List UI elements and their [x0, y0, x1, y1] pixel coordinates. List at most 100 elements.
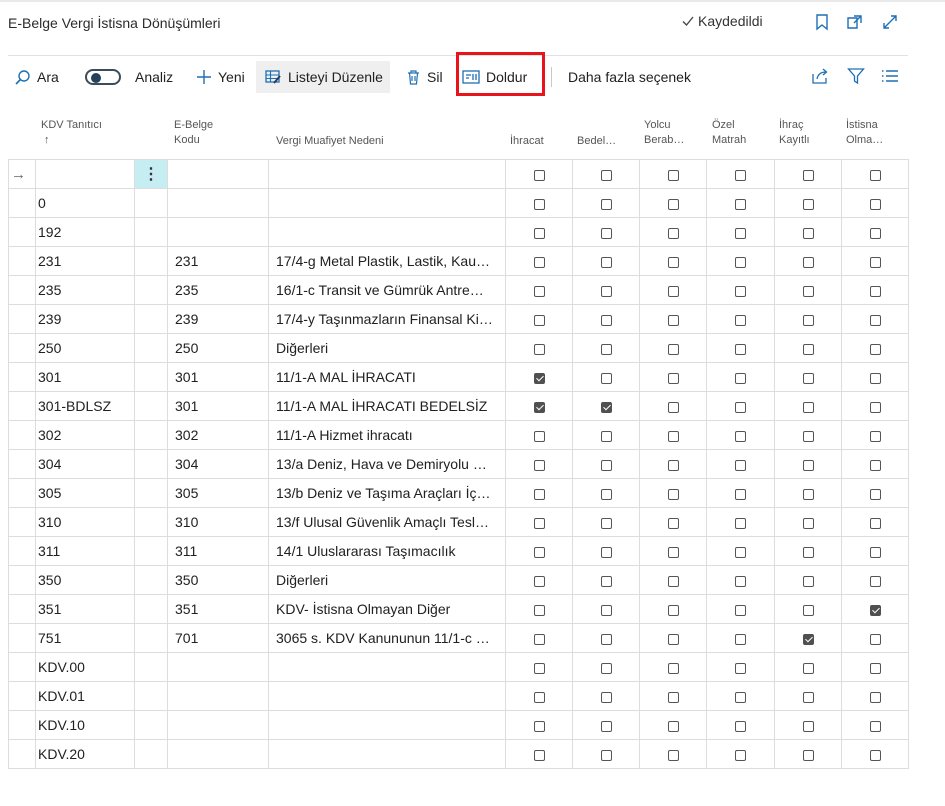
- filter-icon[interactable]: [847, 67, 865, 85]
- reason-cell[interactable]: [268, 652, 506, 682]
- checkbox[interactable]: [600, 662, 612, 674]
- checkbox[interactable]: [667, 575, 679, 587]
- checkbox[interactable]: [600, 691, 612, 703]
- ebelge-code-cell[interactable]: 239: [167, 304, 269, 334]
- table-row[interactable]: 311 311 14/1 Uluslararası Taşımacılık: [8, 536, 909, 566]
- reason-cell[interactable]: 11/1-A Hizmet ihracatı: [268, 420, 506, 450]
- checkbox[interactable]: [735, 401, 746, 413]
- table-row[interactable]: KDV.20: [8, 739, 909, 769]
- checkbox[interactable]: [533, 517, 545, 529]
- row-menu-icon[interactable]: ⋮: [134, 159, 168, 189]
- reason-cell[interactable]: [268, 188, 506, 218]
- bookmark-icon[interactable]: [812, 12, 832, 32]
- row-menu-cell[interactable]: [134, 652, 168, 682]
- table-row[interactable]: 301 301 11/1-A MAL İHRACATI: [8, 362, 909, 392]
- table-row[interactable]: 301-BDLSZ 301 11/1-A MAL İHRACATI BEDELSİZ: [8, 391, 909, 421]
- checkbox[interactable]: [533, 749, 545, 761]
- ebelge-code-cell[interactable]: 305: [167, 478, 269, 508]
- reason-cell[interactable]: [268, 710, 506, 740]
- col-header-ihracat[interactable]: İhracat: [510, 134, 544, 149]
- reason-cell[interactable]: 11/1-A MAL İHRACATI: [268, 362, 506, 392]
- checkbox[interactable]: [533, 198, 545, 210]
- row-menu-cell[interactable]: [134, 739, 168, 769]
- checkbox[interactable]: [533, 546, 545, 558]
- checkbox[interactable]: [533, 691, 545, 703]
- col-header-ebelge-code[interactable]: E-Belge Kodu: [174, 118, 213, 148]
- checkbox[interactable]: [869, 227, 881, 239]
- checkbox[interactable]: [600, 720, 612, 732]
- checkbox[interactable]: [667, 459, 679, 471]
- code-input-cell[interactable]: [167, 159, 269, 189]
- ebelge-code-cell[interactable]: 301: [167, 362, 269, 392]
- reason-cell[interactable]: 16/1-c Transit ve Gümrük Antre…: [268, 275, 506, 305]
- reason-cell[interactable]: 13/f Ulusal Güvenlik Amaçlı Tesl…: [268, 507, 506, 537]
- reason-cell[interactable]: [268, 217, 506, 247]
- checkbox[interactable]: [869, 633, 881, 645]
- checkbox[interactable]: [600, 575, 612, 587]
- row-menu-cell[interactable]: [134, 623, 168, 653]
- checkbox[interactable]: [735, 633, 746, 645]
- row-menu-cell[interactable]: [134, 391, 168, 421]
- kdv-id-cell[interactable]: 0: [35, 188, 135, 218]
- checkbox[interactable]: [667, 633, 679, 645]
- checkbox[interactable]: [802, 546, 814, 558]
- row-menu-cell[interactable]: [134, 710, 168, 740]
- checkbox[interactable]: [802, 401, 814, 413]
- row-menu-cell[interactable]: [134, 275, 168, 305]
- ebelge-code-cell[interactable]: 310: [167, 507, 269, 537]
- row-menu-cell[interactable]: [134, 565, 168, 595]
- kdv-input-cell[interactable]: [35, 159, 135, 189]
- kdv-id-cell[interactable]: 351: [35, 594, 135, 624]
- checkbox[interactable]: [802, 633, 814, 645]
- row-menu-cell[interactable]: [134, 681, 168, 711]
- checkbox[interactable]: [735, 604, 746, 616]
- table-row[interactable]: 231 231 17/4-g Metal Plastik, Lastik, Kau…: [8, 246, 909, 276]
- col-header-kdv-id[interactable]: KDV Tanıtıcı ↑: [41, 118, 102, 148]
- kdv-id-cell[interactable]: KDV.20: [35, 739, 135, 769]
- checkbox[interactable]: [802, 604, 814, 616]
- ebelge-code-cell[interactable]: [167, 739, 269, 769]
- reason-cell[interactable]: [268, 739, 506, 769]
- reason-cell[interactable]: 11/1-A MAL İHRACATI BEDELSİZ: [268, 391, 506, 421]
- checkbox[interactable]: [667, 604, 679, 616]
- reason-cell[interactable]: 17/4-g Metal Plastik, Lastik, Kau…: [268, 246, 506, 276]
- checkbox[interactable]: [802, 459, 814, 471]
- checkbox[interactable]: [735, 488, 746, 500]
- kdv-id-cell[interactable]: KDV.00: [35, 652, 135, 682]
- kdv-id-cell[interactable]: 192: [35, 217, 135, 247]
- checkbox[interactable]: [600, 285, 612, 297]
- ebelge-code-cell[interactable]: [167, 681, 269, 711]
- checkbox[interactable]: [802, 517, 814, 529]
- col-header-reason[interactable]: Vergi Muafiyet Nedeni: [276, 134, 384, 149]
- checkbox[interactable]: [533, 430, 545, 442]
- checkbox[interactable]: [869, 198, 881, 210]
- ebelge-code-cell[interactable]: 350: [167, 565, 269, 595]
- checkbox[interactable]: [667, 256, 679, 268]
- checkbox[interactable]: [802, 343, 814, 355]
- checkbox[interactable]: [735, 430, 746, 442]
- checkbox[interactable]: [533, 720, 545, 732]
- table-row[interactable]: 0: [8, 188, 909, 218]
- kdv-id-cell[interactable]: 239: [35, 304, 135, 334]
- search-button[interactable]: Ara: [14, 61, 59, 93]
- checkbox[interactable]: [869, 285, 881, 297]
- checkbox[interactable]: [600, 169, 612, 181]
- ebelge-code-cell[interactable]: 231: [167, 246, 269, 276]
- reason-cell[interactable]: Diğerleri: [268, 333, 506, 363]
- checkbox[interactable]: [869, 488, 881, 500]
- checkbox[interactable]: [802, 430, 814, 442]
- checkbox[interactable]: [869, 169, 881, 181]
- checkbox[interactable]: [735, 662, 746, 674]
- checkbox[interactable]: [735, 691, 746, 703]
- checkbox[interactable]: [667, 198, 679, 210]
- reason-cell[interactable]: 13/b Deniz ve Taşıma Araçları İç…: [268, 478, 506, 508]
- checkbox[interactable]: [600, 343, 612, 355]
- checkbox[interactable]: [533, 314, 545, 326]
- checkbox[interactable]: [667, 691, 679, 703]
- reason-cell[interactable]: KDV- İstisna Olmayan Diğer: [268, 594, 506, 624]
- checkbox[interactable]: [533, 604, 545, 616]
- table-row[interactable]: 304 304 13/a Deniz, Hava ve Demiryolu …: [8, 449, 909, 479]
- checkbox[interactable]: [735, 517, 746, 529]
- row-menu-cell[interactable]: [134, 362, 168, 392]
- kdv-id-cell[interactable]: 350: [35, 565, 135, 595]
